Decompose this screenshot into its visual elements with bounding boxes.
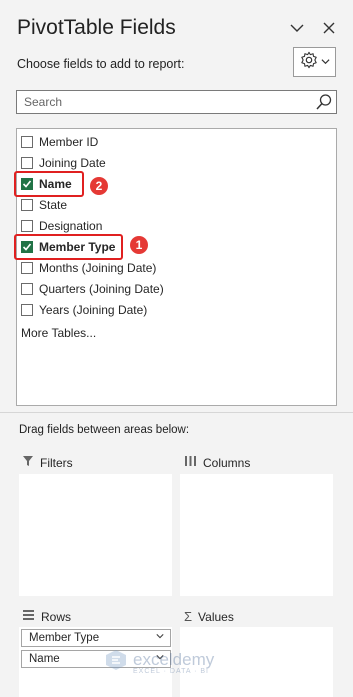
watermark-brand: exceldemy	[133, 649, 215, 669]
step-badge-2: 2	[90, 177, 108, 195]
field-list: Member ID Joining Date Name State Design…	[14, 128, 337, 406]
columns-area-header: Columns	[184, 455, 250, 470]
checkbox[interactable]	[21, 157, 33, 169]
field-label: Designation	[39, 219, 103, 233]
pane-title: PivotTable Fields	[17, 16, 176, 39]
rows-label: Rows	[41, 609, 72, 624]
gear-icon	[300, 51, 318, 74]
drag-hint: Drag fields between areas below:	[19, 424, 190, 436]
field-label: Quarters (Joining Date)	[39, 282, 164, 296]
filters-label: Filters	[40, 455, 73, 470]
checkbox[interactable]	[21, 304, 33, 316]
field-label: Joining Date	[39, 156, 106, 170]
pill-label: Member Type	[29, 632, 100, 644]
rows-icon	[22, 609, 35, 624]
search-input[interactable]	[22, 94, 316, 110]
field-joining-date[interactable]: Joining Date	[21, 153, 106, 173]
highlight-box-member-type	[14, 234, 123, 260]
close-icon[interactable]	[321, 20, 337, 41]
checkbox[interactable]	[21, 199, 33, 211]
checkbox[interactable]	[21, 283, 33, 295]
checkbox[interactable]	[21, 220, 33, 232]
field-label: Member ID	[39, 135, 99, 149]
columns-label: Columns	[203, 455, 251, 470]
values-area-header: Σ Values	[184, 609, 234, 624]
watermark-tagline: EXCEL · DATA · BI	[133, 667, 209, 675]
checkbox[interactable]	[21, 136, 33, 148]
filter-icon	[22, 455, 34, 470]
step-badge-1: 1	[130, 236, 148, 254]
chevron-down-icon[interactable]	[156, 632, 164, 642]
highlight-box-name	[14, 171, 84, 197]
field-years[interactable]: Years (Joining Date)	[21, 300, 147, 320]
sigma-icon: Σ	[184, 609, 193, 624]
values-label: Values	[198, 609, 234, 624]
field-label: Years (Joining Date)	[39, 303, 148, 317]
field-label: State	[39, 198, 68, 212]
search-box[interactable]	[16, 90, 337, 114]
field-months[interactable]: Months (Joining Date)	[21, 258, 156, 278]
chevron-down-icon[interactable]	[289, 20, 305, 41]
watermark-logo-icon	[104, 648, 128, 677]
search-icon[interactable]	[315, 93, 333, 116]
filters-area-header: Filters	[22, 455, 73, 470]
chevron-down-icon	[320, 53, 330, 71]
rows-area-header: Rows	[22, 609, 71, 624]
columns-drop-zone[interactable]	[180, 474, 333, 596]
field-state[interactable]: State	[21, 195, 67, 215]
exceldemy-watermark: exceldemy EXCEL · DATA · BI	[104, 648, 214, 677]
field-member-id[interactable]: Member ID	[21, 132, 98, 152]
divider	[0, 412, 353, 413]
filters-drop-zone[interactable]	[19, 474, 172, 596]
field-designation[interactable]: Designation	[21, 216, 102, 236]
tools-button[interactable]	[293, 47, 336, 77]
checkbox[interactable]	[21, 262, 33, 274]
columns-icon	[184, 455, 197, 470]
row-field-member-type[interactable]: Member Type	[21, 629, 171, 647]
pill-label: Name	[29, 653, 60, 665]
field-quarters[interactable]: Quarters (Joining Date)	[21, 279, 164, 299]
field-label: Months (Joining Date)	[39, 261, 157, 275]
pane-subtitle: Choose fields to add to report:	[17, 57, 185, 71]
more-tables-link[interactable]: More Tables...	[21, 326, 96, 340]
